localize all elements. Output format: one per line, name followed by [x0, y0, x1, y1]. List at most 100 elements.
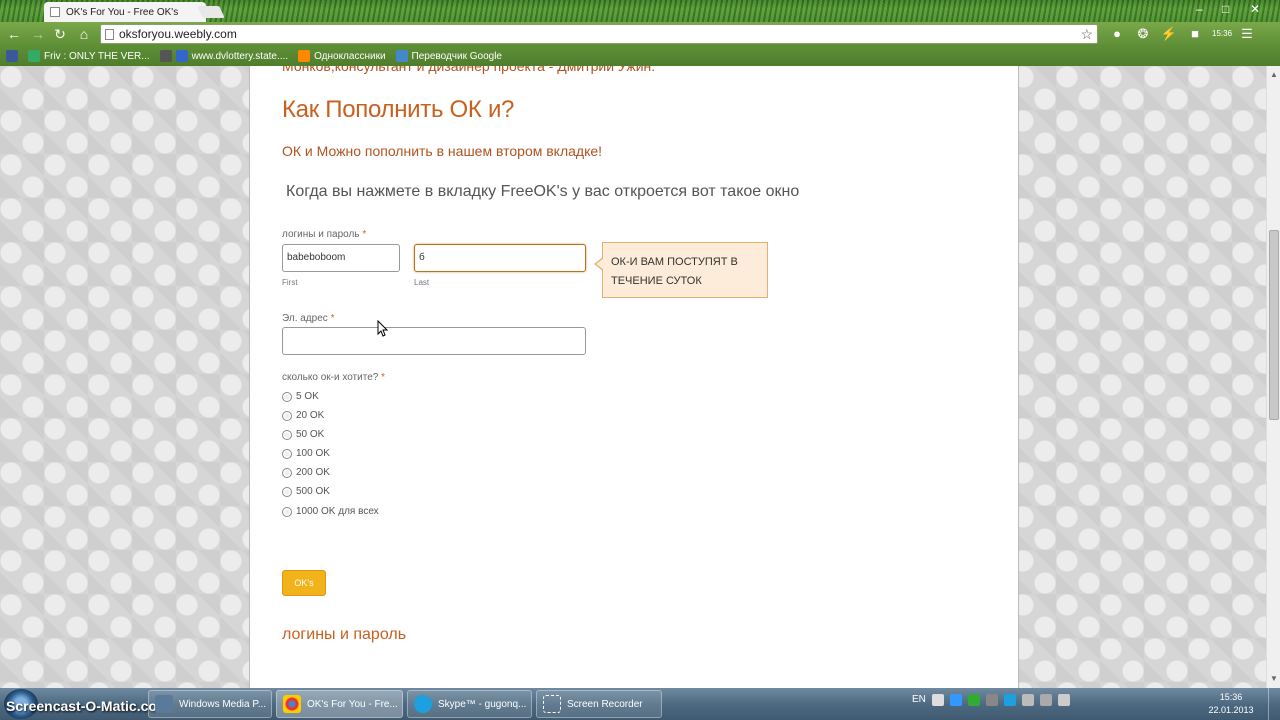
system-clock[interactable]: 15:36 22.01.2013: [1206, 691, 1256, 717]
extension-4-icon[interactable]: ■: [1186, 25, 1204, 43]
browser-tab-active[interactable]: OK's For You - Free OK's: [44, 2, 206, 22]
minimize-icon[interactable]: –: [1196, 2, 1203, 16]
extension-2-icon[interactable]: ❂: [1134, 25, 1152, 43]
menu-wrench-icon[interactable]: ☰: [1238, 25, 1256, 43]
volume-icon[interactable]: [1057, 694, 1070, 706]
home-icon[interactable]: ⌂: [76, 26, 92, 42]
dvlottery-icon: [175, 50, 188, 62]
radio-label: 5 OK: [296, 391, 319, 402]
page-icon: [105, 29, 114, 40]
language-indicator[interactable]: EN: [912, 694, 926, 706]
bookmark-item[interactable]: Переводчик Google: [395, 50, 502, 62]
folder-icon: [159, 50, 172, 62]
address-bar[interactable]: oksforyou.weebly.com ☆: [100, 24, 1098, 44]
close-icon[interactable]: ✕: [1250, 2, 1260, 16]
bookmark-star-icon[interactable]: ☆: [1080, 25, 1093, 43]
first-name-input[interactable]: babeboboom: [282, 244, 400, 272]
page-subtitle: ОК и Можно пополнить в нашем втором вкла…: [282, 143, 603, 159]
extension-icons: ● ❂ ⚡ ■ 15:36 ☰: [1108, 25, 1256, 43]
chrome-icon: [283, 695, 301, 713]
bookmark-label: Переводчик Google: [411, 50, 502, 62]
tray-5-icon[interactable]: [1003, 694, 1016, 706]
taskbar-item-label: Skype™ - gugonq...: [438, 698, 527, 710]
scroll-down-icon[interactable]: ▼: [1270, 674, 1278, 683]
address-url: oksforyou.weebly.com: [119, 27, 237, 41]
taskbar-item-label: OK's For You - Fre...: [307, 698, 398, 710]
bookmarks-bar: Friv : ONLY THE VER... www.dvlottery.sta…: [0, 46, 1280, 66]
radio-button[interactable]: [282, 429, 292, 440]
page-background: Монков,консультант и дизайнер проекта - …: [0, 66, 1266, 688]
email-field[interactable]: [282, 327, 586, 355]
page-scrollbar[interactable]: ▲ ▼: [1266, 66, 1280, 688]
tray-4-icon[interactable]: [985, 694, 998, 706]
extension-3-icon[interactable]: ⚡: [1160, 25, 1178, 43]
radio-label: 1000 OK для всех: [296, 506, 379, 517]
friv-icon: [28, 50, 40, 62]
radio-button[interactable]: [282, 506, 292, 517]
radio-option-20[interactable]: 20 OK: [282, 410, 324, 421]
bookmark-item[interactable]: Friv : ONLY THE VER...: [28, 50, 150, 62]
radio-button[interactable]: [282, 410, 292, 421]
credits-text: Монков,консультант и дизайнер проекта - …: [282, 66, 656, 74]
odnoklassniki-icon: [298, 50, 311, 62]
scrollbar-thumb[interactable]: [1269, 230, 1279, 420]
bookmark-label: Одноклассники: [314, 50, 386, 62]
radio-button[interactable]: [282, 467, 292, 478]
browser-toolbar: ← → ↻ ⌂ oksforyou.weebly.com ☆ ● ❂ ⚡ ■ 1…: [0, 22, 1280, 46]
radio-option-5[interactable]: 5 OK: [282, 391, 319, 402]
bookmark-item[interactable]: www.dvlottery.state....: [159, 50, 289, 62]
radio-label: 20 OK: [296, 410, 325, 421]
media-player-icon: [155, 695, 173, 713]
required-mark: *: [362, 229, 367, 240]
login-label: логины и пароль *: [282, 229, 366, 240]
back-icon[interactable]: ←: [6, 26, 22, 42]
radio-label: 50 OK: [296, 429, 325, 440]
show-desktop-button[interactable]: [1268, 688, 1280, 720]
radio-button[interactable]: [282, 486, 292, 497]
tray-6-icon[interactable]: [1021, 694, 1034, 706]
submit-button[interactable]: OK's: [282, 570, 326, 596]
browser-titlebar: OK's For You - Free OK's – □ ✕: [0, 0, 1280, 22]
radio-option-100[interactable]: 100 OK: [282, 448, 330, 459]
taskbar-item-screen-recorder[interactable]: Screen Recorder: [536, 690, 662, 718]
reload-icon[interactable]: ↻: [52, 26, 68, 42]
taskbar-item-browser[interactable]: OK's For You - Fre...: [276, 690, 403, 718]
tray-3-icon[interactable]: [967, 694, 980, 706]
last-sublabel: Last: [414, 278, 430, 287]
radio-option-200[interactable]: 200 OK: [282, 467, 330, 478]
tray-2-icon[interactable]: [949, 694, 962, 706]
tray-1-icon[interactable]: [931, 694, 944, 706]
facebook-icon: [6, 50, 18, 62]
bookmark-label: Friv : ONLY THE VER...: [44, 50, 150, 62]
facebook-bookmark[interactable]: [6, 50, 18, 62]
required-mark: *: [381, 372, 386, 383]
email-label: Эл. адрес *: [282, 313, 334, 324]
radio-option-50[interactable]: 50 OK: [282, 429, 324, 440]
taskbar-item-media-player[interactable]: Windows Media P...: [148, 690, 272, 718]
clock-time: 15:36: [1219, 692, 1243, 702]
skype-icon: [414, 695, 432, 713]
network-icon[interactable]: [1039, 694, 1052, 706]
page-favicon-icon: [50, 7, 60, 17]
watermark-text: Screencast-O-Matic.com: [6, 698, 170, 714]
email-label-text: Эл. адрес: [282, 313, 328, 324]
clock-date: 22.01.2013: [1208, 705, 1254, 715]
screen-recorder-icon: [543, 695, 561, 713]
last-name-input[interactable]: б: [414, 244, 586, 272]
radio-button[interactable]: [282, 448, 292, 459]
maximize-icon[interactable]: □: [1222, 2, 1229, 16]
bookmark-item[interactable]: Одноклассники: [298, 50, 386, 62]
tab-title: OK's For You - Free OK's: [66, 6, 179, 18]
extension-1-icon[interactable]: ●: [1108, 25, 1126, 43]
section-heading: логины и пароль: [282, 626, 407, 643]
forward-icon[interactable]: →: [30, 26, 46, 42]
page-title: Как Пополнить ОК и?: [282, 96, 515, 123]
extension-5-icon[interactable]: 15:36: [1212, 25, 1232, 43]
scroll-up-icon[interactable]: ▲: [1270, 70, 1278, 79]
radio-option-1000[interactable]: 1000 OK для всех: [282, 506, 379, 517]
radio-button[interactable]: [282, 391, 292, 402]
bookmark-label: www.dvlottery.state....: [191, 50, 289, 62]
radio-option-500[interactable]: 500 OK: [282, 486, 330, 497]
radio-label: 100 OK: [296, 448, 330, 459]
taskbar-item-skype[interactable]: Skype™ - gugonq...: [407, 690, 532, 718]
